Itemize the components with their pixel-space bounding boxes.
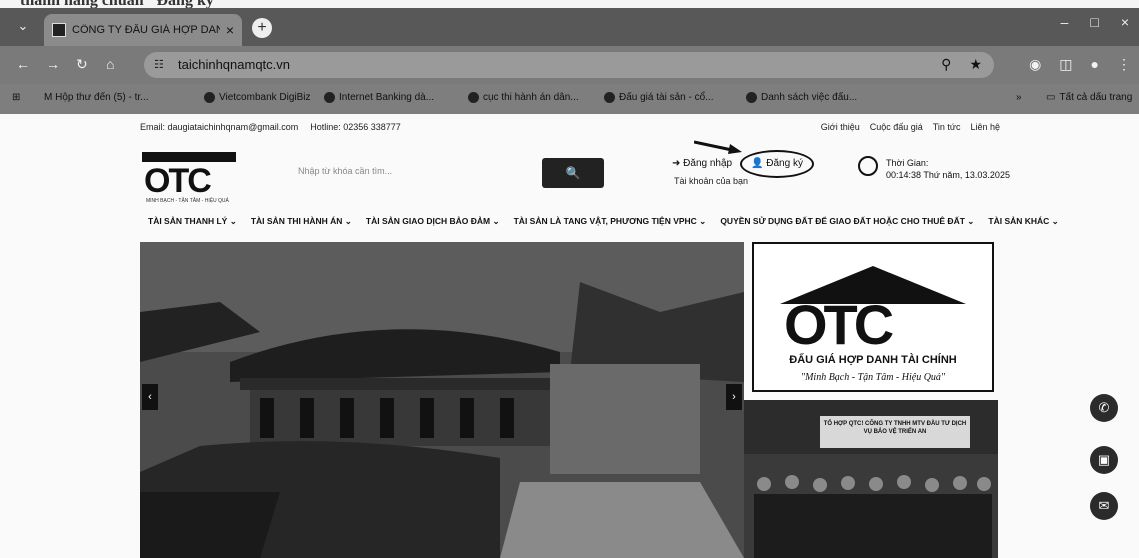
vietcombank-icon: [204, 92, 215, 103]
top-link[interactable]: Giới thiệu: [821, 122, 860, 132]
extension-icon[interactable]: ◉: [1029, 56, 1041, 73]
tab-title: CÔNG TY ĐẤU GIÁ HỢP DANH...: [72, 24, 220, 36]
tab-close-icon[interactable]: ×: [226, 22, 234, 38]
bank-icon: [324, 92, 335, 103]
menu-item[interactable]: QUYỀN SỬ DỤNG ĐẤT ĐỂ GIAO ĐẤT HOẶC CHO T…: [720, 216, 974, 232]
bookmark-item[interactable]: Internet Banking dà...: [324, 92, 434, 103]
new-tab-button[interactable]: +: [252, 18, 272, 38]
zalo-icon[interactable]: ▣: [1090, 446, 1118, 474]
bookmark-site-icon: [746, 92, 757, 103]
menu-item[interactable]: TÀI SẢN LÀ TANG VẬT, PHƯƠNG TIỆN VPHC ⌄: [514, 216, 707, 232]
company-slogan: "Minh Bạch - Tận Tâm - Hiệu Quả": [800, 372, 946, 383]
minimize-button[interactable]: –: [1061, 14, 1069, 30]
extensions-puzzle-icon[interactable]: ◫: [1059, 56, 1072, 73]
more-bookmarks-icon[interactable]: »: [1016, 92, 1022, 103]
maximize-icon[interactable]: □: [1090, 14, 1098, 30]
menu-item[interactable]: TÀI SẢN KHÁC ⌄: [988, 216, 1058, 232]
group-photo: [744, 454, 998, 558]
reload-icon[interactable]: ↻: [76, 56, 88, 73]
address-bar[interactable]: ☷ taichinhqnamqtc.vn ⚲ ★: [144, 52, 994, 78]
photo-banner-sign: TỔ HỢP QTC! CÔNG TY TNHH MTV ĐẦU TƯ DỊCH…: [820, 416, 970, 448]
clock-icon: [858, 156, 878, 176]
hero-slider[interactable]: ‹ ›: [140, 242, 744, 558]
website-content: Email: daugiataichinhqnam@gmail.com Hotl…: [0, 114, 1139, 558]
bookmark-item[interactable]: Vietcombank DigiBiz: [204, 92, 311, 103]
phone-icon[interactable]: ✆: [1090, 394, 1118, 422]
slider-prev-button[interactable]: ‹: [142, 384, 158, 410]
side-logo-text: OTC: [784, 293, 894, 356]
side-logo-banner[interactable]: OTC ĐẤU GIÁ HỢP DANH TÀI CHÍNH "Minh Bạc…: [752, 242, 994, 392]
browser-window: ⌄ CÔNG TY ĐẤU GIÁ HỢP DANH... × + – □ × …: [0, 8, 1139, 114]
annotation-arrow: [694, 140, 742, 154]
login-link[interactable]: ➜ Đăng nhập: [672, 158, 732, 169]
menu-item[interactable]: TÀI SẢN GIAO DỊCH BẢO ĐẢM ⌄: [366, 216, 500, 232]
slider-next-button[interactable]: ›: [726, 384, 742, 410]
top-link[interactable]: Liên hệ: [970, 122, 1000, 132]
contact-info: Email: daugiataichinhqnam@gmail.com Hotl…: [140, 122, 401, 132]
close-window-button[interactable]: ×: [1121, 14, 1129, 30]
company-name: ĐẤU GIÁ HỢP DANH TÀI CHÍNH: [789, 354, 957, 366]
top-links: Giới thiệu Cuộc đấu giá Tin tức Liên hệ: [821, 122, 1000, 132]
logo-tagline: MINH BẠCH - TẬN TÂM - HIỆU QUẢ: [146, 198, 229, 204]
account-label: Tài khoản của bạn: [674, 176, 749, 186]
bookmark-item[interactable]: Danh sách việc đấu...: [746, 92, 857, 103]
email-text[interactable]: Email: daugiataichinhqnam@gmail.com: [140, 122, 298, 132]
bookmark-item[interactable]: M Hộp thư đến (5) - tr...: [44, 92, 149, 103]
all-bookmarks[interactable]: ▭ Tất cả dấu trang: [1046, 92, 1132, 103]
browser-tab[interactable]: CÔNG TY ĐẤU GIÁ HỢP DANH... ×: [44, 14, 242, 46]
top-link[interactable]: Cuộc đấu giá: [870, 122, 923, 132]
logo-roof: [142, 152, 236, 162]
bookmark-item[interactable]: Đấu giá tài sản - cổ...: [604, 92, 714, 103]
search-input[interactable]: Nhập từ khóa cần tìm...: [290, 160, 540, 184]
google-icon: [468, 92, 479, 103]
time-value: 00:14:38 Thứ năm, 13.03.2025: [886, 170, 1010, 180]
time-label: Thời Gian:: [886, 158, 929, 168]
menu-dots-icon[interactable]: ⋮: [1117, 56, 1131, 73]
bookmark-star-icon[interactable]: ★: [969, 56, 982, 73]
omnibox-actions: ⚲ ★: [941, 56, 982, 73]
top-link[interactable]: Tin tức: [933, 122, 961, 132]
tab-search-icon[interactable]: ⌄: [14, 18, 32, 36]
search-button[interactable]: 🔍: [542, 158, 604, 188]
contact-strip: Email: daugiataichinhqnam@gmail.com Hotl…: [140, 122, 1000, 138]
user-icon: 👤: [751, 158, 764, 169]
toolbar-right: ◉ ◫ ● ⋮: [1029, 56, 1131, 73]
window-controls: – □ ×: [1061, 14, 1129, 30]
bookmark-item[interactable]: cục thi hành án dân...: [468, 92, 579, 103]
favicon-icon: [52, 23, 66, 37]
nav-bar: ← → ↻ ⌂ ☷ taichinhqnamqtc.vn ⚲ ★ ◉ ◫ ● ⋮: [0, 46, 1139, 84]
back-icon[interactable]: ←: [16, 56, 30, 72]
messenger-icon[interactable]: ✉: [1090, 492, 1118, 520]
profile-icon[interactable]: ●: [1091, 56, 1099, 73]
bookmarks-bar: ⊞ M Hộp thư đến (5) - tr... Vietcombank …: [0, 84, 1139, 114]
home-icon[interactable]: ⌂: [106, 56, 114, 72]
bridge-image: [140, 242, 744, 558]
folder-icon: ▭: [1046, 92, 1056, 103]
side-photo[interactable]: TỔ HỢP QTC! CÔNG TY TNHH MTV ĐẦU TƯ DỊCH…: [744, 400, 998, 558]
logo-text: OTC: [144, 162, 212, 200]
globe-icon: [604, 92, 615, 103]
site-info-icon[interactable]: ☷: [154, 58, 170, 72]
site-logo[interactable]: OTC MINH BẠCH - TẬN TÂM - HIỆU QUẢ: [142, 148, 236, 204]
main-menu: TÀI SẢN THANH LÝ ⌄ TÀI SẢN THI HÀNH ÁN ⌄…: [148, 216, 1059, 232]
hotline-text[interactable]: Hotline: 02356 338777: [310, 122, 401, 132]
register-link[interactable]: 👤 Đăng ký: [740, 150, 814, 178]
menu-item[interactable]: TÀI SẢN THI HÀNH ÁN ⌄: [251, 216, 352, 232]
apps-icon[interactable]: ⊞: [12, 92, 20, 103]
forward-icon[interactable]: →: [46, 56, 60, 72]
url-text[interactable]: taichinhqnamqtc.vn: [178, 57, 290, 72]
zoom-icon[interactable]: ⚲: [941, 56, 951, 73]
tab-bar: ⌄ CÔNG TY ĐẤU GIÁ HỢP DANH... × + – □ ×: [0, 8, 1139, 46]
login-icon: ➜: [672, 158, 681, 169]
menu-item[interactable]: TÀI SẢN THANH LÝ ⌄: [148, 216, 237, 232]
